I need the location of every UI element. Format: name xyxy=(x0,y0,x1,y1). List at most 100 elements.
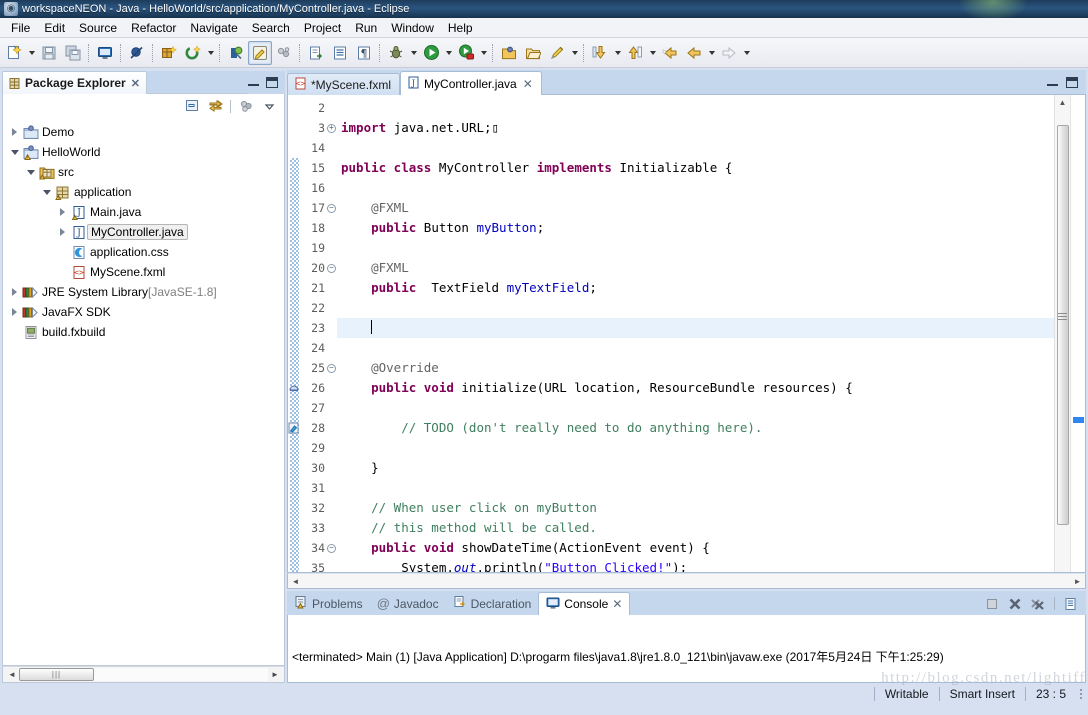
vscroll-thumb[interactable] xyxy=(1057,125,1069,525)
debug-dropdown-arrow[interactable] xyxy=(408,41,419,65)
expand-arrow-icon[interactable] xyxy=(7,284,22,300)
last-edit-location-button[interactable] xyxy=(658,41,682,65)
code-line[interactable]: System.out.println("Button Clicked!"); xyxy=(337,558,1054,572)
skip-breakpoints-button[interactable] xyxy=(125,41,149,65)
run-external-tools-dropdown-arrow[interactable] xyxy=(478,41,489,65)
open-type-button[interactable] xyxy=(224,41,248,65)
new-wizard-dropdown-arrow[interactable] xyxy=(26,41,37,65)
menu-run[interactable]: Run xyxy=(348,19,384,37)
filters-button[interactable] xyxy=(236,97,256,115)
new-wizard-button[interactable] xyxy=(2,41,26,65)
scroll-right-icon[interactable]: ► xyxy=(1070,574,1085,588)
expand-arrow-icon[interactable] xyxy=(7,304,22,320)
menu-help[interactable]: Help xyxy=(441,19,480,37)
collapse-arrow-icon[interactable] xyxy=(7,144,22,160)
view-menu-button[interactable] xyxy=(259,97,279,115)
new-class-button[interactable] xyxy=(181,41,205,65)
fold-collapse-icon[interactable]: − xyxy=(326,538,337,558)
maximize-icon[interactable] xyxy=(266,77,278,88)
code-line[interactable] xyxy=(337,98,1054,118)
code-line[interactable] xyxy=(337,138,1054,158)
tree-item-main-java[interactable]: J! Main.java xyxy=(3,202,284,222)
package-explorer-hscrollbar[interactable]: ◄ ||| ► xyxy=(2,666,285,683)
annotation-dropdown-arrow[interactable] xyxy=(569,41,580,65)
code-line[interactable]: // When user click on myButton xyxy=(337,498,1054,518)
fold-collapse-icon[interactable]: − xyxy=(326,258,337,278)
next-annotation-button[interactable] xyxy=(588,41,612,65)
close-icon[interactable]: ✕ xyxy=(131,77,140,90)
editor-marker-bar[interactable] xyxy=(288,95,300,572)
editor-overview-ruler[interactable] xyxy=(1070,95,1085,572)
forward-button[interactable] xyxy=(717,41,741,65)
hscroll-thumb[interactable]: ||| xyxy=(19,668,94,681)
scroll-left-icon[interactable]: ◄ xyxy=(288,574,303,588)
code-line[interactable]: @FXML xyxy=(337,198,1054,218)
code-line[interactable] xyxy=(337,478,1054,498)
next-annotation-dropdown-arrow[interactable] xyxy=(612,41,623,65)
menu-project[interactable]: Project xyxy=(297,19,348,37)
code-line[interactable]: public void showDateTime(ActionEvent eve… xyxy=(337,538,1054,558)
code-line[interactable] xyxy=(337,178,1054,198)
editor-source-text[interactable]: import java.net.URL;▯ public class MyCon… xyxy=(337,95,1054,572)
show-whitespace-button[interactable]: ¶ xyxy=(352,41,376,65)
tree-item-demo[interactable]: Demo xyxy=(3,122,284,142)
new-class-dropdown-arrow[interactable] xyxy=(205,41,216,65)
expand-arrow-icon[interactable] xyxy=(55,224,70,240)
editor-hscrollbar[interactable]: ◄ ► xyxy=(287,573,1086,589)
tree-item-javafx-sdk[interactable]: JavaFX SDK xyxy=(3,302,284,322)
remove-all-terminated-button[interactable] xyxy=(1029,595,1047,612)
menu-refactor[interactable]: Refactor xyxy=(124,19,183,37)
tab-console[interactable]: Console ✕ xyxy=(538,592,631,615)
tree-item-myscene-fxml[interactable]: <> MyScene.fxml xyxy=(3,262,284,282)
tree-item-application[interactable]: ! application xyxy=(3,182,284,202)
code-line[interactable]: @FXML xyxy=(337,258,1054,278)
code-line[interactable]: // this method will be called. xyxy=(337,518,1054,538)
save-button[interactable] xyxy=(37,41,61,65)
open-task-button[interactable] xyxy=(328,41,352,65)
tab-declaration[interactable]: Declaration xyxy=(446,592,539,615)
editor-tab-mycontroller-java[interactable]: J MyController.java ✕ xyxy=(400,71,542,95)
menu-source[interactable]: Source xyxy=(72,19,124,37)
back-dropdown-arrow[interactable] xyxy=(706,41,717,65)
scroll-right-icon[interactable]: ► xyxy=(268,668,282,681)
tree-item-mycontroller-java[interactable]: J MyController.java xyxy=(3,222,284,242)
resize-grip[interactable] xyxy=(1080,689,1082,699)
tree-item-helloworld[interactable]: ! HelloWorld xyxy=(3,142,284,162)
open-console-button[interactable] xyxy=(93,41,117,65)
code-line[interactable]: public Button myButton; xyxy=(337,218,1054,238)
clear-console-button[interactable] xyxy=(1062,595,1080,612)
terminate-button[interactable] xyxy=(983,595,1001,612)
code-line[interactable]: @Override xyxy=(337,358,1054,378)
menu-search[interactable]: Search xyxy=(245,19,297,37)
todo-task-marker-icon[interactable] xyxy=(288,422,300,434)
tab-javadoc[interactable]: @ Javadoc xyxy=(370,592,446,615)
code-line[interactable] xyxy=(337,318,1054,338)
collapse-arrow-icon[interactable] xyxy=(23,164,38,180)
code-line[interactable]: } xyxy=(337,458,1054,478)
menu-navigate[interactable]: Navigate xyxy=(183,19,244,37)
fold-collapse-icon[interactable]: − xyxy=(326,358,337,378)
toggle-mark-occurrences-button[interactable] xyxy=(248,40,272,65)
tree-item-application-css[interactable]: application.css xyxy=(3,242,284,262)
code-line[interactable] xyxy=(337,398,1054,418)
fold-collapse-icon[interactable]: − xyxy=(326,198,337,218)
code-line[interactable] xyxy=(337,438,1054,458)
scroll-up-icon[interactable]: ▲ xyxy=(1055,95,1070,110)
remove-launch-button[interactable] xyxy=(1006,595,1024,612)
overview-marker[interactable] xyxy=(1073,417,1084,423)
scroll-left-icon[interactable]: ◄ xyxy=(5,668,19,681)
build-all-button[interactable] xyxy=(304,41,328,65)
code-line[interactable] xyxy=(337,238,1054,258)
fold-expand-icon[interactable]: + xyxy=(326,118,337,138)
code-line[interactable]: public TextField myTextField; xyxy=(337,278,1054,298)
back-button[interactable] xyxy=(682,41,706,65)
run-external-tools-button[interactable] xyxy=(454,41,478,65)
tree-item-src[interactable]: src xyxy=(3,162,284,182)
link-with-editor-button[interactable] xyxy=(205,97,225,115)
editor-vscrollbar[interactable]: ▲ xyxy=(1054,95,1070,572)
tree-item-build-fxbuild[interactable]: build.fxbuild xyxy=(3,322,284,342)
collapse-all-button[interactable] xyxy=(182,97,202,115)
forward-dropdown-arrow[interactable] xyxy=(741,41,752,65)
tab-problems[interactable]: Problems xyxy=(287,592,370,615)
editor-folding-column[interactable]: + − − − − xyxy=(326,95,337,572)
